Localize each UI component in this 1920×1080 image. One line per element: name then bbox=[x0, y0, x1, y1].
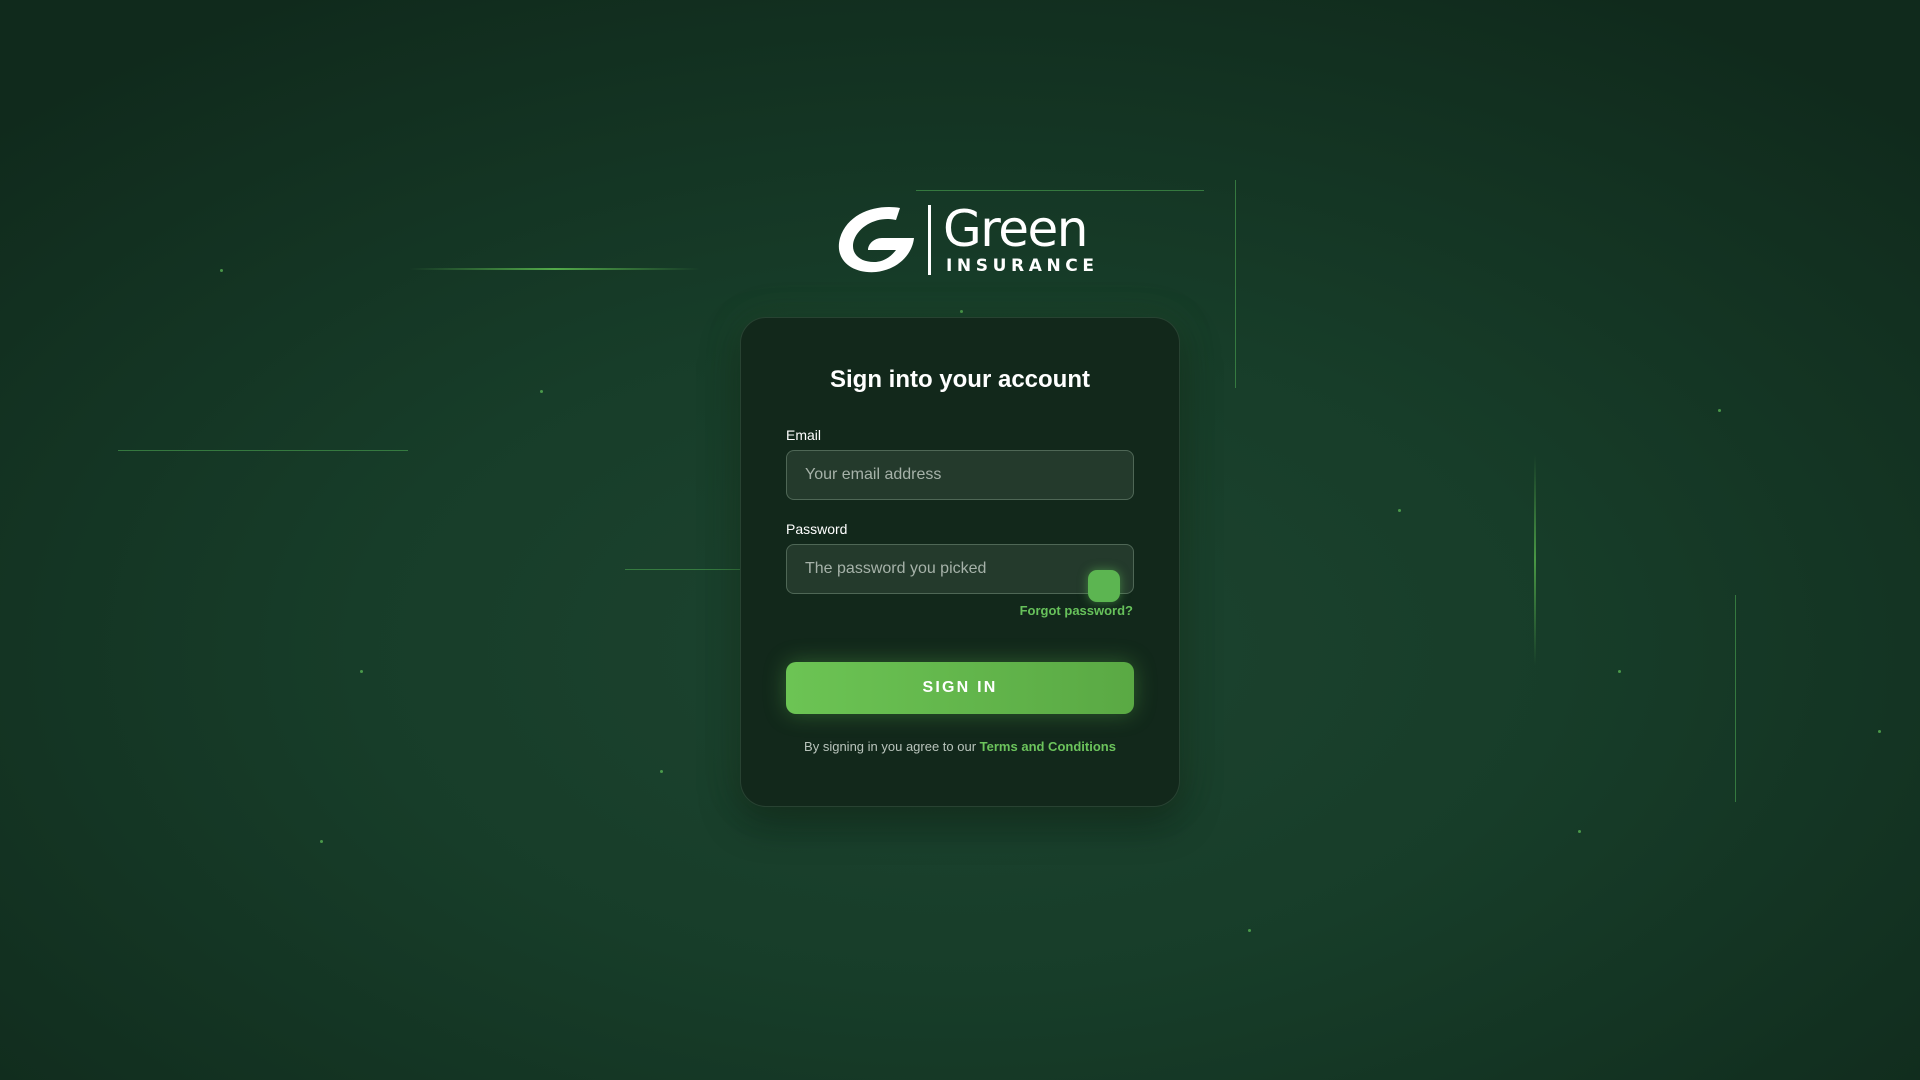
decor-dot bbox=[360, 670, 363, 673]
logo-divider bbox=[928, 205, 931, 275]
terms-prefix: By signing in you agree to our bbox=[804, 739, 977, 754]
sign-in-button[interactable]: SIGN IN bbox=[786, 662, 1134, 714]
password-placeholder: The password you picked bbox=[805, 560, 987, 577]
decor-dot bbox=[320, 840, 323, 843]
decor-dot bbox=[220, 269, 223, 272]
decor-line bbox=[1235, 180, 1236, 388]
password-label: Password bbox=[786, 521, 848, 537]
decor-dot bbox=[1618, 670, 1621, 673]
decor-dot bbox=[1248, 929, 1251, 932]
decor-glow-line bbox=[1534, 455, 1536, 665]
decor-dot bbox=[660, 770, 663, 773]
decor-dot bbox=[1398, 509, 1401, 512]
brand-name: Green bbox=[943, 200, 1088, 258]
logo-wordmark: Green INSURANCE bbox=[943, 204, 1099, 276]
decor-dot bbox=[1878, 730, 1881, 733]
forgot-password-link[interactable]: Forgot password? bbox=[1020, 603, 1133, 618]
brand-logo: Green INSURANCE bbox=[834, 204, 1099, 276]
password-field[interactable]: The password you picked bbox=[786, 544, 1134, 594]
decor-dot bbox=[1718, 409, 1721, 412]
decor-dot bbox=[540, 390, 543, 393]
email-field[interactable]: Your email address bbox=[786, 450, 1134, 500]
decor-glow-line bbox=[410, 268, 700, 270]
brand-tagline: INSURANCE bbox=[946, 256, 1099, 276]
decor-dot bbox=[1578, 830, 1581, 833]
email-placeholder: Your email address bbox=[805, 466, 942, 483]
terms-notice: By signing in you agree to our Terms and… bbox=[741, 739, 1179, 754]
decor-line bbox=[118, 450, 408, 451]
login-card: Sign into your account Email Your email … bbox=[740, 317, 1180, 807]
show-password-icon[interactable] bbox=[1088, 570, 1120, 602]
decor-line bbox=[916, 190, 1204, 191]
terms-link[interactable]: Terms and Conditions bbox=[980, 739, 1116, 754]
email-label: Email bbox=[786, 427, 822, 443]
decor-dot bbox=[960, 310, 963, 313]
login-title: Sign into your account bbox=[829, 366, 1090, 393]
decor-line bbox=[1735, 595, 1736, 802]
g-leaf-icon bbox=[838, 207, 914, 273]
decor-line bbox=[625, 569, 741, 570]
